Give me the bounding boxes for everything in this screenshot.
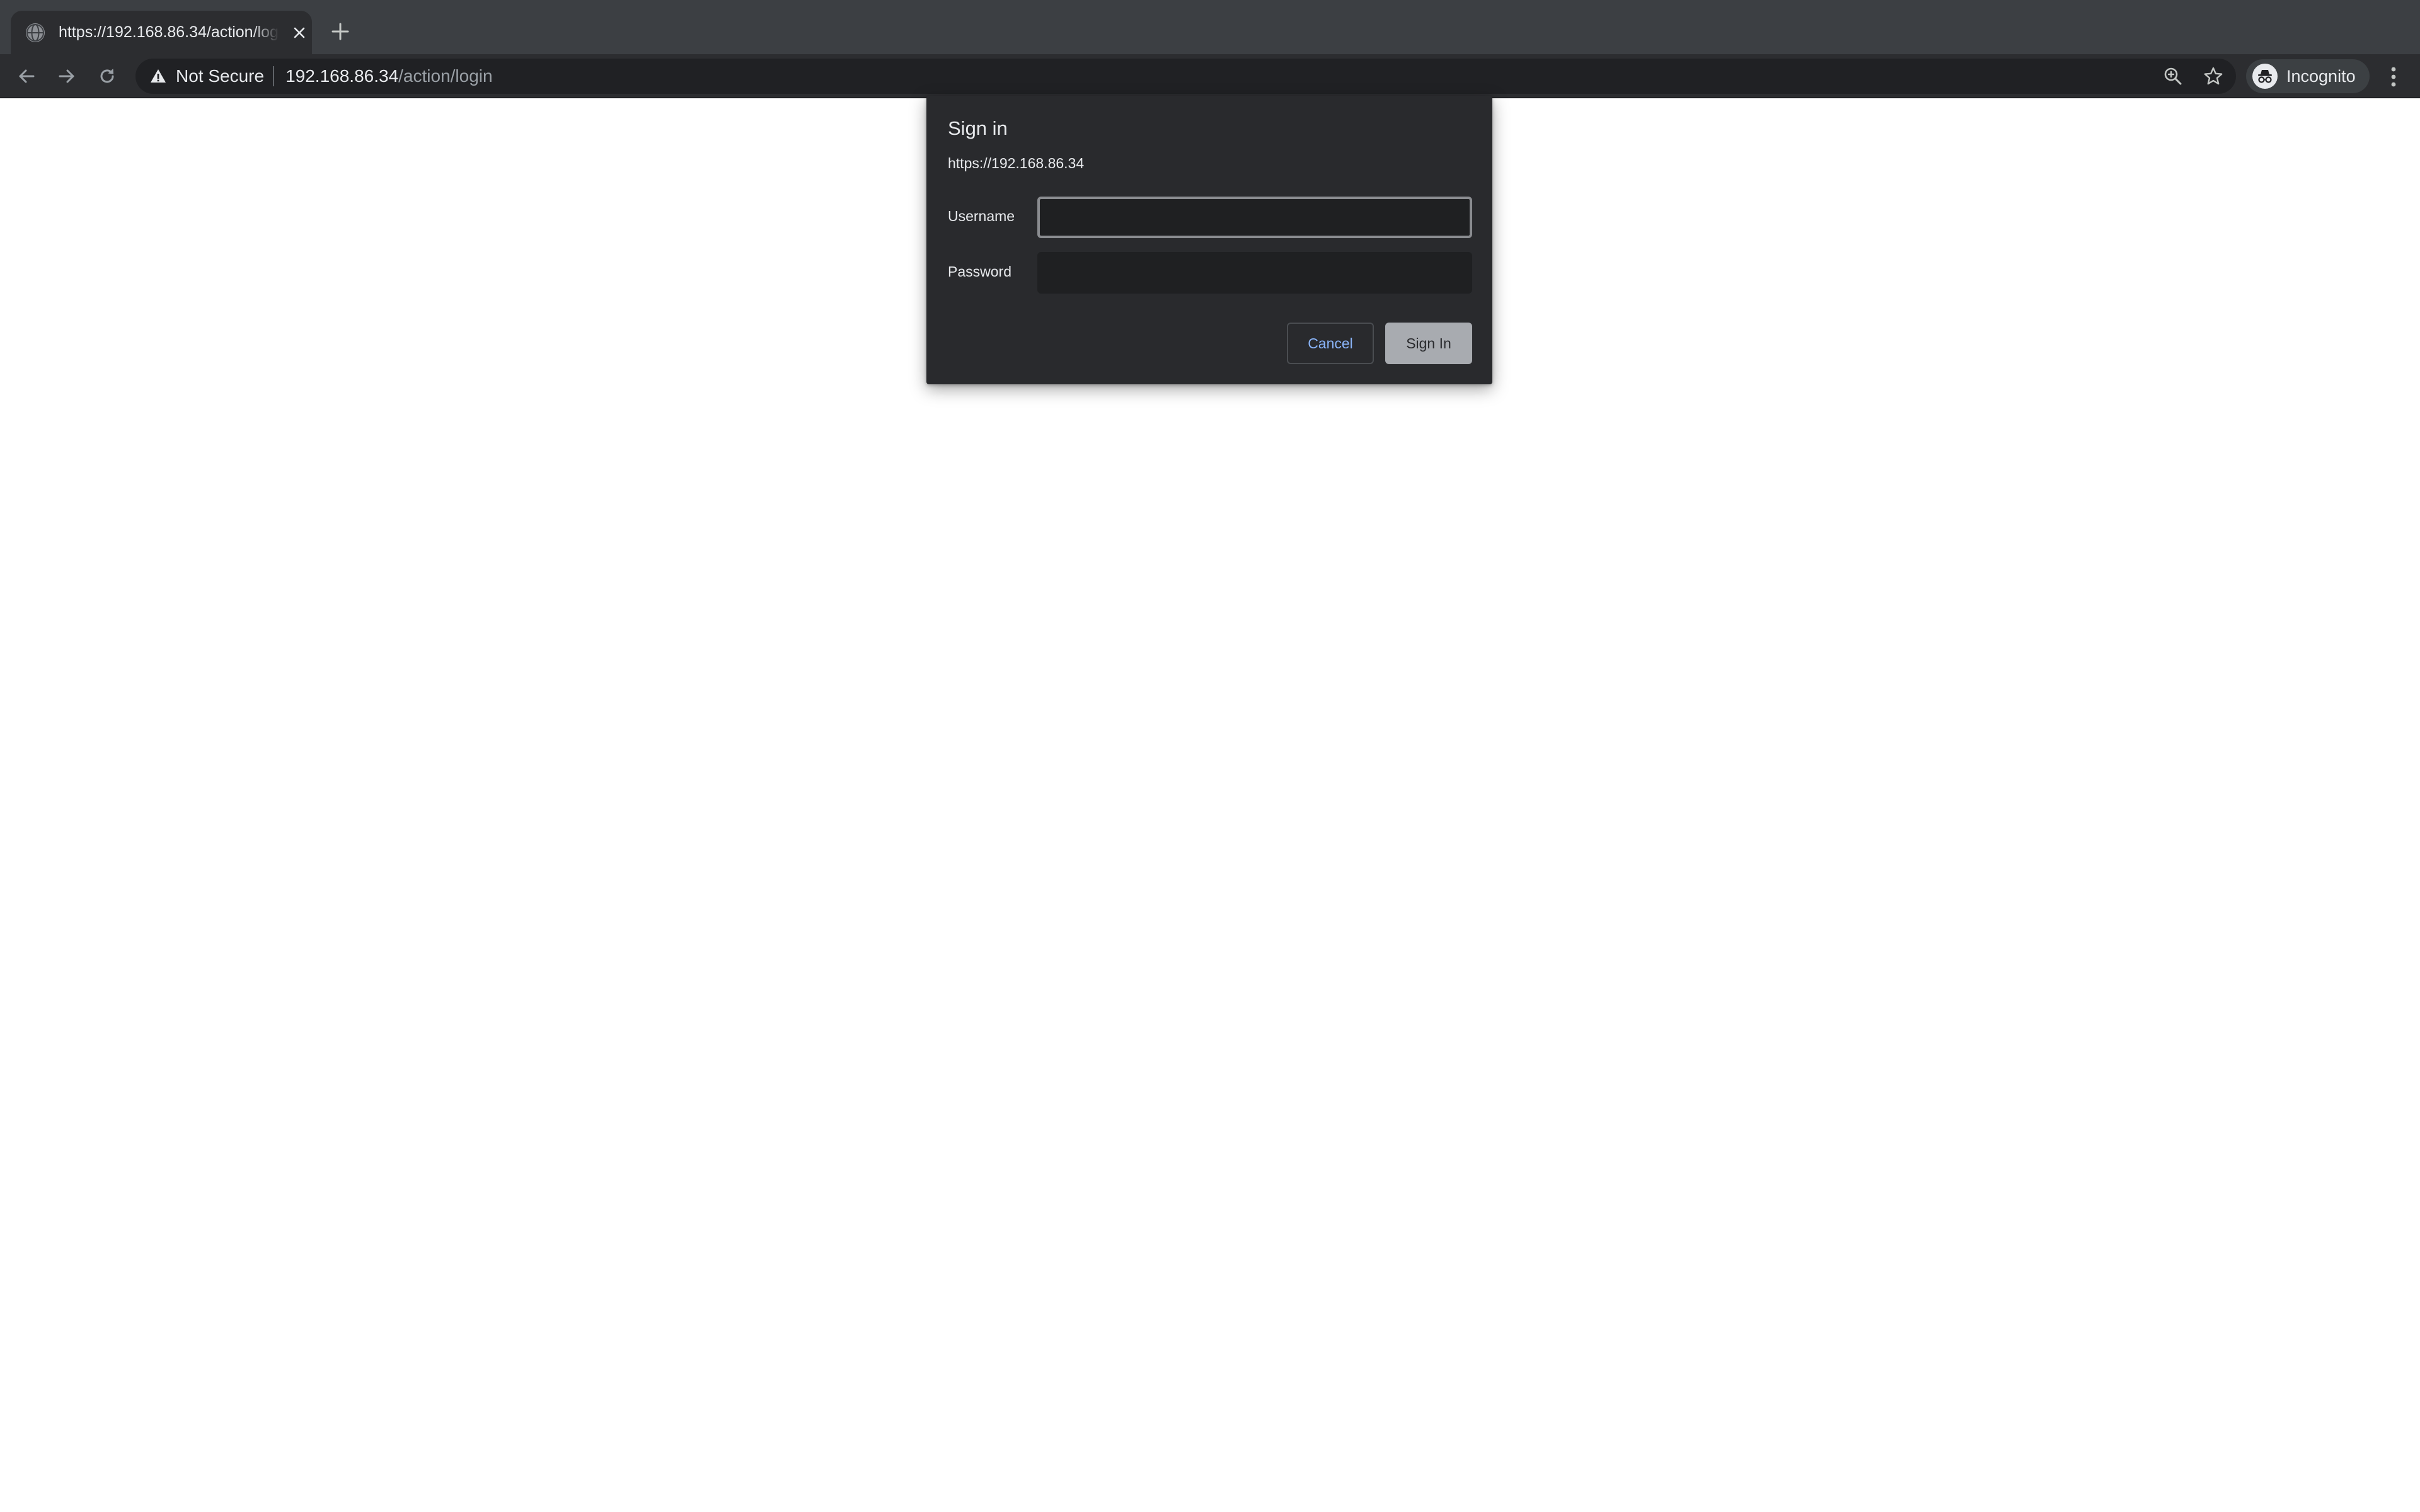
kebab-menu-icon[interactable] xyxy=(2381,63,2406,91)
arrow-right-icon[interactable] xyxy=(52,61,82,91)
zoom-icon[interactable] xyxy=(2160,64,2186,89)
reload-icon[interactable] xyxy=(92,61,122,91)
sign-in-button[interactable]: Sign In xyxy=(1385,323,1472,364)
url-host: 192.168.86.34 xyxy=(285,66,399,86)
profile-label: Incognito xyxy=(2286,66,2356,86)
username-label: Username xyxy=(948,208,1015,224)
arrow-left-icon[interactable] xyxy=(11,61,42,91)
star-icon[interactable] xyxy=(2201,64,2226,89)
globe-icon xyxy=(26,23,45,42)
omnibox-divider xyxy=(273,66,275,86)
dialog-title: Sign in xyxy=(948,117,1008,139)
cancel-button[interactable]: Cancel xyxy=(1287,323,1374,364)
security-status[interactable]: Not Secure xyxy=(176,66,264,86)
password-label: Password xyxy=(948,263,1011,280)
browser-tab[interactable]: https://192.168.86.34/action/login xyxy=(11,11,312,54)
url-path: /action/login xyxy=(398,66,493,86)
username-input[interactable] xyxy=(1037,197,1472,238)
url-text[interactable]: 192.168.86.34/action/login xyxy=(285,66,493,86)
address-bar[interactable]: Not Secure 192.168.86.34/action/login xyxy=(135,59,2236,94)
close-icon[interactable] xyxy=(288,21,311,44)
dialog-origin: https://192.168.86.34 xyxy=(948,155,1085,171)
incognito-icon xyxy=(2252,64,2278,89)
tab-title: https://192.168.86.34/action/login xyxy=(59,23,279,41)
browser-toolbar: Not Secure 192.168.86.34/action/login In… xyxy=(0,54,2420,98)
auth-dialog: Sign in https://192.168.86.34 Username P… xyxy=(926,96,1492,384)
warning-triangle-icon[interactable] xyxy=(149,67,167,85)
profile-button[interactable]: Incognito xyxy=(2246,59,2370,93)
plus-icon[interactable] xyxy=(328,19,353,44)
tab-strip: https://192.168.86.34/action/login xyxy=(0,0,2420,54)
password-input[interactable] xyxy=(1037,252,1472,294)
